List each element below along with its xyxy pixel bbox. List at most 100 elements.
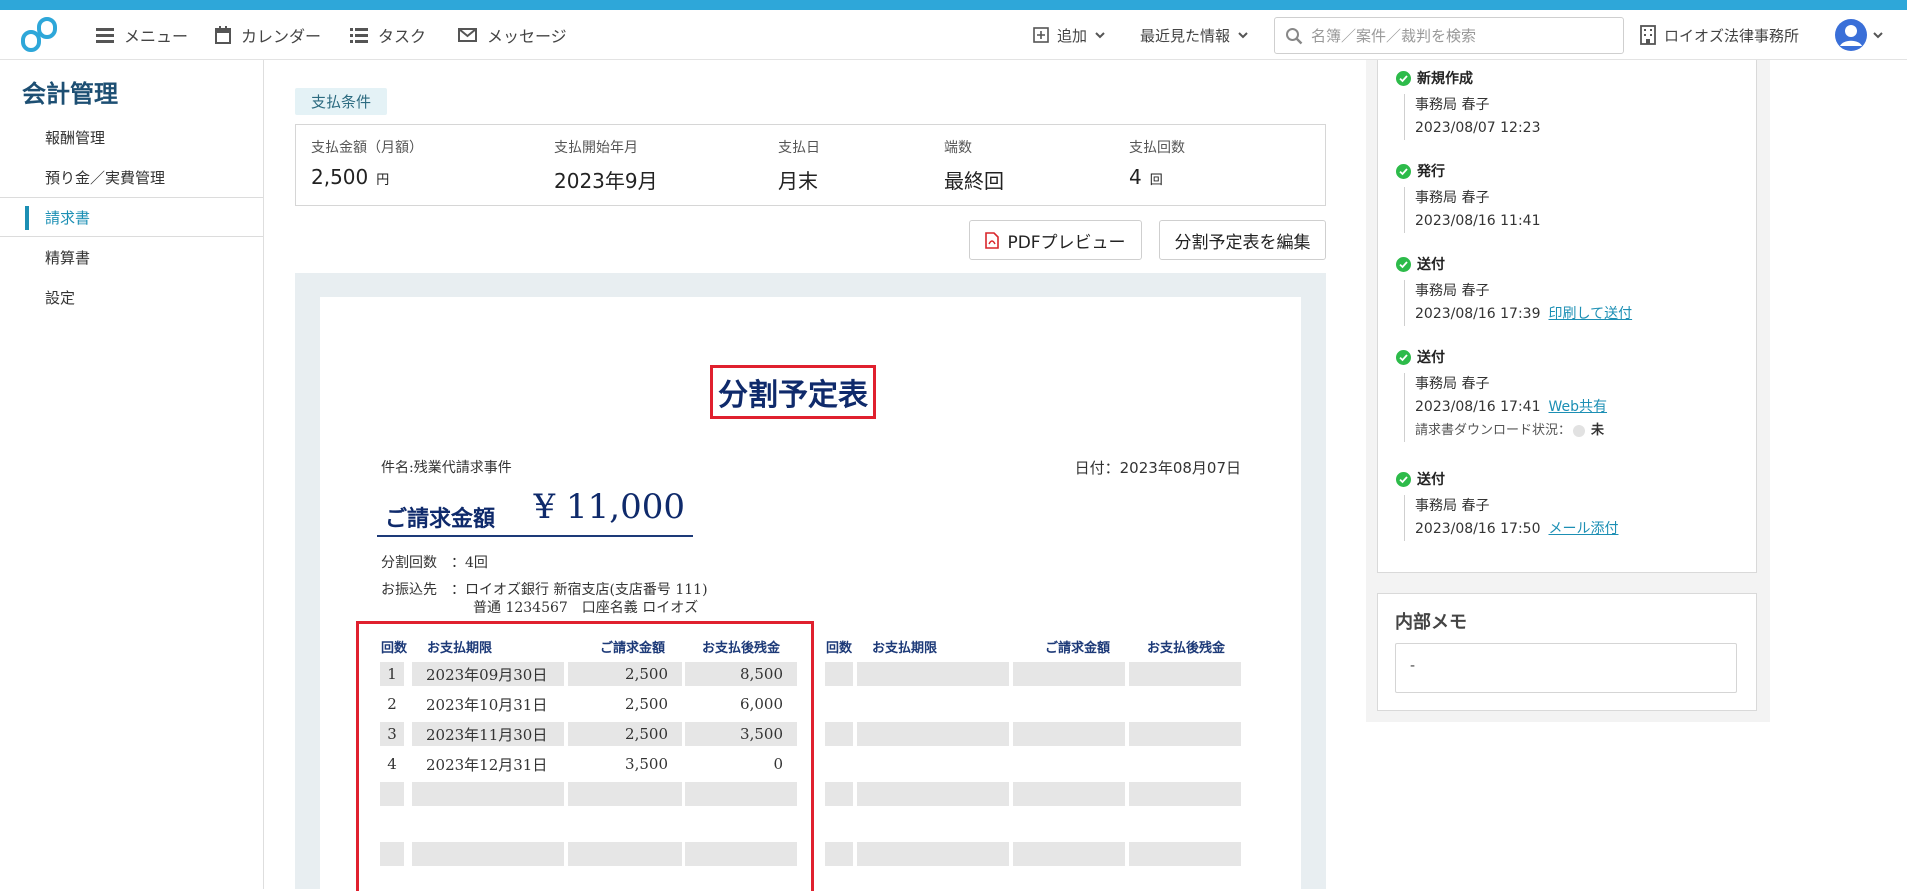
row-remain: 8,500 <box>685 662 797 686</box>
term-fraction-value: 最終回 <box>944 169 1004 193</box>
history-user: 事務局 春子 <box>1415 498 1490 514</box>
term-amount: 支払金額（月額） 2,500 円 <box>311 137 423 189</box>
empty-cell <box>857 842 1009 866</box>
sidebar-item-settings[interactable]: 設定 <box>0 277 263 317</box>
document-title: 分割予定表 <box>710 365 876 419</box>
web-share-link[interactable]: Web共有 <box>1549 399 1608 415</box>
nav-recent-label: 最近見た情報 <box>1140 26 1231 45</box>
plus-square-icon <box>1033 27 1049 43</box>
term-count-unit: 回 <box>1149 173 1163 188</box>
sidebar-item-settlements[interactable]: 精算書 <box>0 237 263 277</box>
history-time: 2023/08/16 17:50 <box>1415 521 1541 537</box>
term-start: 支払開始年月 2023年9月 <box>554 137 658 194</box>
check-circle-icon <box>1396 349 1411 365</box>
pdf-preview-button[interactable]: PDFプレビュー <box>969 220 1142 260</box>
internal-memo-title: 内部メモ <box>1395 612 1467 633</box>
empty-cell <box>825 722 853 746</box>
user-menu[interactable] <box>1835 19 1893 51</box>
installment-count: 分割回数 ：4回 <box>381 555 488 571</box>
bank-account-line1: お振込先 ：ロイオズ銀行 新宿支店(支店番号 111) <box>381 582 708 598</box>
check-circle-icon <box>1396 70 1411 86</box>
search-icon <box>1286 27 1303 44</box>
search-input[interactable]: 名簿／案件／裁判を検索 <box>1274 17 1624 54</box>
sidebar-item-deposits[interactable]: 預り金／実費管理 <box>0 157 263 197</box>
check-circle-icon <box>1396 471 1411 487</box>
nav-message[interactable]: メッセージ <box>458 23 567 47</box>
empty-cell <box>380 842 404 866</box>
nav-recent[interactable]: 最近見た情報 <box>1140 23 1258 47</box>
sidebar: 会計管理 報酬管理 預り金／実費管理 請求書 精算書 設定 <box>0 60 264 889</box>
search-placeholder: 名簿／案件／裁判を検索 <box>1311 27 1477 45</box>
row-no: 2 <box>387 695 397 713</box>
sidebar-item-invoices[interactable]: 請求書 <box>0 197 263 237</box>
history-time: 2023/08/07 12:23 <box>1415 120 1541 136</box>
pdf-file-icon <box>985 231 1000 249</box>
download-status-value: 未 <box>1591 423 1605 438</box>
bank-account-line2: 普通 1234567 口座名義 ロイオズ <box>473 600 699 616</box>
empty-cell <box>1013 842 1125 866</box>
nav-message-label: メッセージ <box>487 27 567 46</box>
col-header-no: 回数 <box>381 641 408 656</box>
sidebar-item-fees[interactable]: 報酬管理 <box>0 117 263 157</box>
history-action: 発行 <box>1417 164 1445 180</box>
term-amount-value: 2,500 <box>311 165 369 189</box>
print-send-link[interactable]: 印刷して送付 <box>1549 306 1633 322</box>
office-switcher[interactable]: ロイオズ法律事務所 <box>1640 23 1799 47</box>
row-no: 1 <box>380 662 404 686</box>
empty-cell <box>1129 662 1241 686</box>
check-circle-icon <box>1396 163 1411 179</box>
edit-schedule-button[interactable]: 分割予定表を編集 <box>1159 220 1326 260</box>
nav-calendar-label: カレンダー <box>241 27 322 46</box>
term-day-value: 月末 <box>778 169 818 193</box>
row-no: 4 <box>387 755 397 773</box>
row-due: 2023年12月31日 <box>426 755 548 774</box>
history-action: 新規作成 <box>1417 71 1473 87</box>
app-logo-icon[interactable] <box>20 16 58 56</box>
nav-menu[interactable]: メニュー <box>96 23 188 47</box>
history-action: 送付 <box>1417 257 1445 273</box>
term-fraction-label: 端数 <box>944 140 972 156</box>
row-remain: 3,500 <box>685 722 797 746</box>
billed-amount-label: ご請求金額 <box>385 507 496 532</box>
row-due: 2023年10月31日 <box>426 695 548 714</box>
nav-calendar[interactable]: カレンダー <box>215 23 321 47</box>
empty-cell <box>857 722 1009 746</box>
history-user: 事務局 春子 <box>1415 376 1490 392</box>
history-time: 2023/08/16 11:41 <box>1415 213 1541 229</box>
nav-add-label: 追加 <box>1057 26 1088 45</box>
billed-amount-value: ¥ 11,000 <box>533 487 685 527</box>
empty-cell <box>857 662 1009 686</box>
building-icon <box>1640 25 1656 45</box>
history-user: 事務局 春子 <box>1415 190 1490 206</box>
col-header-due-2: お支払期限 <box>872 641 938 656</box>
history-timeline: 新規作成 事務局 春子 2023/08/07 12:23 発行 事務局 春子 202… <box>1377 60 1757 573</box>
chevron-down-icon <box>1238 31 1248 38</box>
payment-terms-badge: 支払条件 <box>295 88 388 115</box>
row-due: 2023年11月30日 <box>412 722 564 746</box>
history-action: 送付 <box>1417 350 1445 366</box>
empty-cell <box>412 842 564 866</box>
task-list-icon <box>350 28 368 43</box>
mail-attach-link[interactable]: メール添付 <box>1549 521 1619 537</box>
empty-cell <box>380 782 404 806</box>
term-day-label: 支払日 <box>778 140 820 156</box>
check-circle-icon <box>1396 256 1411 272</box>
empty-cell <box>1129 782 1241 806</box>
history-time: 2023/08/16 17:41 <box>1415 399 1541 415</box>
nav-task-label: タスク <box>378 27 427 46</box>
nav-task[interactable]: タスク <box>350 23 426 47</box>
empty-cell <box>1129 722 1241 746</box>
row-no: 3 <box>380 722 404 746</box>
document-date: 日付：2023年08月07日 <box>1074 459 1241 477</box>
term-start-label: 支払開始年月 <box>554 140 638 156</box>
internal-memo-field[interactable]: - <box>1395 643 1737 693</box>
col-header-no-2: 回数 <box>826 641 853 656</box>
history-entry: 送付 事務局 春子 2023/08/16 17:39 印刷して送付 <box>1396 254 1632 326</box>
empty-cell <box>1013 722 1125 746</box>
nav-add[interactable]: 追加 <box>1033 23 1115 47</box>
history-entry: 新規作成 事務局 春子 2023/08/07 12:23 <box>1396 68 1541 140</box>
envelope-icon <box>458 28 477 42</box>
row-billed: 2,500 <box>568 662 682 686</box>
col-header-billed-2: ご請求金額 <box>1045 641 1111 656</box>
history-user: 事務局 春子 <box>1415 283 1490 299</box>
